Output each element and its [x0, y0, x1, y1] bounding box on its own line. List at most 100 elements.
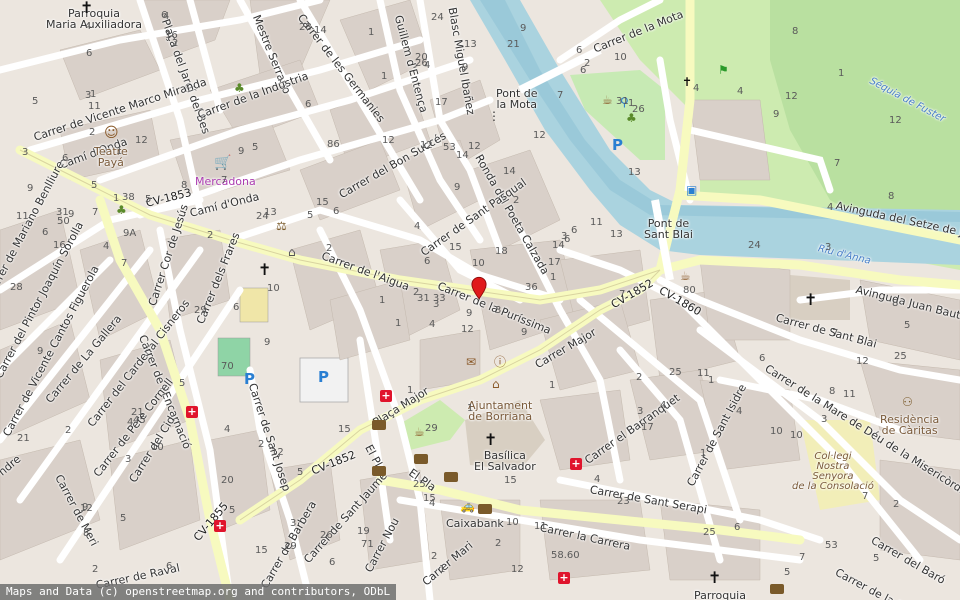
- bank-icon[interactable]: [478, 504, 492, 514]
- house-number: 3: [825, 242, 832, 253]
- house-number: 13: [264, 207, 277, 218]
- cafe-icon[interactable]: ☕: [414, 426, 425, 438]
- house-number: 11: [16, 211, 29, 222]
- house-number: 6: [333, 206, 340, 217]
- house-number: 80: [683, 285, 696, 296]
- social-facility-icon[interactable]: ⚇: [902, 396, 913, 408]
- house-number: 12: [889, 115, 902, 126]
- parking-icon[interactable]: P: [318, 370, 329, 385]
- house-number: 2: [636, 372, 643, 383]
- house-number: 28: [299, 22, 312, 33]
- house-number: 1: [368, 27, 375, 38]
- cafe-icon[interactable]: ☕: [602, 94, 613, 106]
- house-number: 8: [792, 26, 799, 37]
- church-icon[interactable]: ✝: [258, 262, 271, 278]
- house-number: 5: [32, 96, 39, 107]
- house-number: 7: [619, 289, 626, 300]
- pharmacy-icon[interactable]: +: [570, 458, 582, 470]
- house-number: 29: [284, 541, 297, 552]
- house-number: 6: [42, 227, 49, 238]
- house-number: 6: [571, 225, 578, 236]
- church-icon[interactable]: ✝: [804, 292, 817, 308]
- house-number: 11: [88, 101, 101, 112]
- bank-icon[interactable]: [414, 454, 428, 464]
- house-number: 9: [238, 146, 245, 157]
- bank-icon[interactable]: [770, 584, 784, 594]
- house-number: 2: [89, 127, 96, 138]
- house-number: 10: [770, 426, 783, 437]
- house-number: 1: [407, 385, 414, 396]
- house-number: 6: [424, 256, 431, 267]
- house-number: 13: [464, 39, 477, 50]
- information-icon[interactable]: ⓘ: [494, 356, 506, 368]
- house-number: 9: [773, 109, 780, 120]
- house-number: 18: [495, 246, 508, 257]
- house-number: 2: [326, 243, 333, 254]
- playground-icon[interactable]: ♣: [234, 82, 245, 94]
- bank-icon[interactable]: [372, 466, 386, 476]
- place-icon[interactable]: ⌂: [288, 246, 296, 258]
- courthouse-icon[interactable]: ⚖: [276, 220, 287, 232]
- cafe-icon[interactable]: ☕: [680, 270, 691, 282]
- house-number: 6: [305, 99, 312, 110]
- house-number: 38: [122, 192, 135, 203]
- house-number: 12: [271, 447, 284, 458]
- pharmacy-icon[interactable]: +: [558, 572, 570, 584]
- house-number: 25: [703, 527, 716, 538]
- house-number: 5: [229, 505, 236, 516]
- house-number: 8: [892, 298, 899, 309]
- house-number: 4: [827, 202, 834, 213]
- house-number: 9: [37, 346, 44, 357]
- church-icon[interactable]: ✝: [484, 432, 497, 448]
- pharmacy-icon[interactable]: +: [214, 520, 226, 532]
- house-number: 9: [521, 327, 528, 338]
- parking-icon[interactable]: P: [612, 138, 623, 153]
- house-number: 25: [413, 479, 426, 490]
- house-number: 13: [628, 167, 641, 178]
- house-number: 14: [503, 166, 516, 177]
- townhall-icon[interactable]: ⌂: [492, 378, 500, 390]
- house-number: 9: [264, 337, 271, 348]
- house-number: 4: [163, 11, 170, 22]
- location-marker-icon[interactable]: [471, 276, 487, 300]
- bus-stop-icon[interactable]: ▣: [686, 184, 697, 196]
- house-number: 6: [62, 153, 69, 164]
- theatre-icon[interactable]: ☺: [104, 126, 119, 140]
- traffic-signal-icon[interactable]: ⋮: [488, 110, 500, 122]
- house-number: 86: [327, 139, 340, 150]
- poi-colegi-consolacio: Col·legi Nostra Senyora de la Consolació: [792, 451, 874, 492]
- church-icon[interactable]: ✝: [708, 570, 721, 586]
- bank-icon[interactable]: [372, 420, 386, 430]
- house-number: 4: [103, 241, 110, 252]
- house-number: 21: [17, 433, 30, 444]
- house-number: 1: [395, 318, 402, 329]
- map-canvas[interactable]: Parroquia Maria Auxiliadora Plaça del Ja…: [0, 0, 960, 600]
- house-number: 6: [86, 48, 93, 59]
- sports-icon[interactable]: ⚑: [718, 64, 729, 76]
- house-number: 8: [83, 528, 90, 539]
- pharmacy-icon[interactable]: +: [186, 406, 198, 418]
- playground-icon[interactable]: ♣: [116, 204, 127, 216]
- poi-ajuntament: Ajuntament de Borriana: [468, 399, 533, 423]
- house-number: 1: [700, 448, 707, 459]
- place-parroquia-maria-auxiliadora: Parroquia Maria Auxiliadora: [46, 7, 142, 31]
- house-number: 3: [125, 454, 132, 465]
- house-number: 13: [610, 229, 623, 240]
- house-number: 9: [27, 183, 34, 194]
- pharmacy-icon[interactable]: +: [380, 390, 392, 402]
- bank-icon[interactable]: [444, 472, 458, 482]
- taxi-icon[interactable]: 🚕: [460, 500, 475, 512]
- house-number: 5: [120, 513, 127, 524]
- church-icon[interactable]: ✝: [80, 0, 93, 16]
- house-number: 4: [429, 319, 436, 330]
- supermarket-icon[interactable]: 🛒: [214, 156, 231, 170]
- parking-icon[interactable]: P: [244, 372, 255, 387]
- place-pont-de-la-mota: Pont de la Mota: [496, 87, 538, 111]
- house-number: 2: [65, 425, 72, 436]
- house-number: 5: [784, 567, 791, 578]
- church-icon[interactable]: ✝: [682, 76, 692, 88]
- post-office-icon[interactable]: ✉: [466, 356, 476, 368]
- house-number: 6: [759, 353, 766, 364]
- house-number: 21: [507, 39, 520, 50]
- house-number: 14: [456, 150, 469, 161]
